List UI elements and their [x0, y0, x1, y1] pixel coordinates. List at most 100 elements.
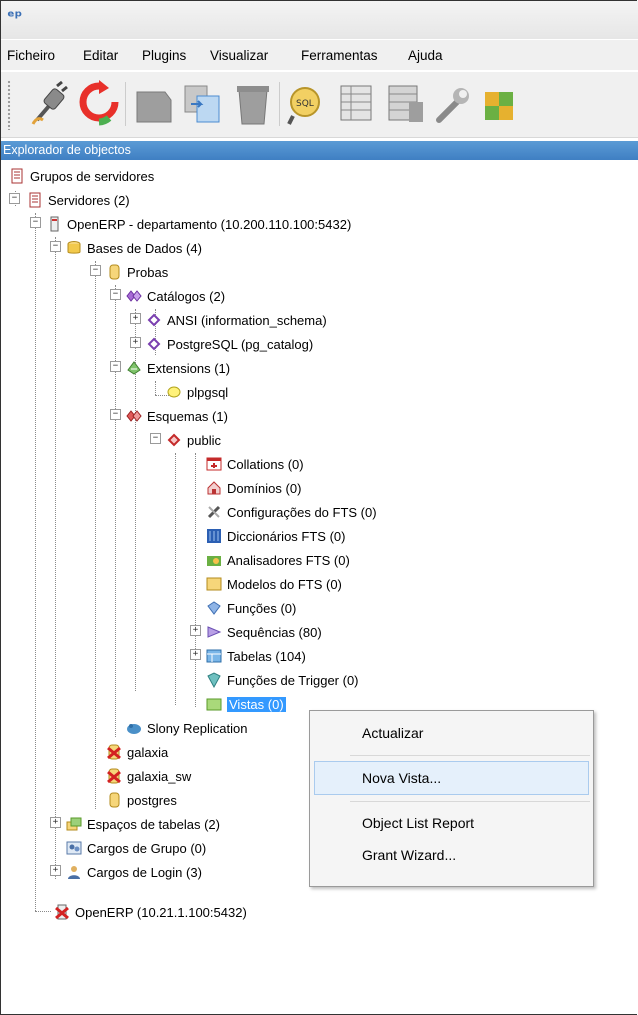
expand-toggle[interactable]: +: [130, 337, 141, 348]
tree-node-group-roles[interactable]: Cargos de Grupo (0): [66, 837, 206, 859]
tree-node-db-postgres[interactable]: postgres: [106, 789, 177, 811]
tree-node-servers[interactable]: Servidores (2): [27, 189, 130, 211]
tree-connector: [55, 237, 56, 879]
view-data-icon[interactable]: [335, 78, 379, 130]
menu-ajuda[interactable]: Ajuda: [408, 48, 443, 63]
tree-node-server-openerp-departamento[interactable]: OpenERP - departamento (10.200.110.100:5…: [46, 213, 351, 235]
menu-visualizar[interactable]: Visualizar: [210, 48, 268, 63]
tree-node-catalog-ansi[interactable]: ANSI (information_schema): [146, 309, 327, 331]
tree-node-schema-public[interactable]: public: [166, 429, 221, 451]
collapse-toggle[interactable]: −: [110, 409, 121, 420]
context-menu-separator: [350, 801, 590, 802]
delete-icon[interactable]: [231, 78, 275, 130]
slony-icon: [126, 720, 142, 736]
tree-node-label: public: [187, 432, 221, 448]
tree-node-label: Sequências (80): [227, 624, 322, 640]
login-roles-icon: [66, 864, 82, 880]
collapse-toggle[interactable]: −: [110, 289, 121, 300]
menu-plugins[interactable]: Plugins: [142, 48, 186, 63]
tree-node-extensions[interactable]: Extensions (1): [126, 357, 230, 379]
tree-node-label: Servidores (2): [48, 192, 130, 208]
expand-toggle[interactable]: +: [190, 625, 201, 636]
menu-ficheiro[interactable]: Ficheiro: [7, 48, 55, 63]
connect-plug-icon[interactable]: [27, 78, 71, 130]
tree-node-databases[interactable]: Bases de Dados (4): [66, 237, 202, 259]
tree-connector: [35, 911, 51, 912]
catalogs-icon: [126, 288, 142, 304]
tree-node-domains[interactable]: Domínios (0): [206, 477, 301, 499]
tree-node-db-galaxia[interactable]: galaxia: [106, 741, 168, 763]
databases-icon: [66, 240, 82, 256]
expand-toggle[interactable]: +: [190, 649, 201, 660]
toolbar: SQL: [1, 72, 638, 138]
tree-node-server-groups[interactable]: Grupos de servidores: [9, 165, 154, 187]
plugins-puzzle-icon[interactable]: [479, 78, 523, 130]
tree-node-label: Domínios (0): [227, 480, 302, 496]
schema-icon: [166, 432, 182, 448]
maintenance-wrench-icon[interactable]: [431, 78, 475, 130]
tree-node-server-openerp[interactable]: OpenERP (10.21.1.100:5432): [54, 901, 247, 923]
tree-node-db-galaxia-sw[interactable]: galaxia_sw: [106, 765, 191, 787]
tree-node-db-probas[interactable]: Probas: [106, 261, 168, 283]
tree-node-tablespaces[interactable]: Espaços de tabelas (2): [66, 813, 220, 835]
tree-node-label: Diccionários FTS (0): [227, 528, 346, 544]
collapse-toggle[interactable]: −: [9, 193, 20, 204]
tree-node-label-selected: Vistas (0): [227, 696, 286, 712]
tree-node-slony-replication[interactable]: Slony Replication: [126, 717, 247, 739]
server-disconnected-icon: [54, 904, 70, 920]
tree-node-schemas[interactable]: Esquemas (1): [126, 405, 228, 427]
tree-node-extension-plpgsql[interactable]: plpgsql: [166, 381, 228, 403]
functions-icon: [206, 600, 222, 616]
collapse-toggle[interactable]: −: [30, 217, 41, 228]
tree-connector: [35, 213, 36, 911]
tree-node-collations[interactable]: Collations (0): [206, 453, 304, 475]
expand-toggle[interactable]: +: [50, 865, 61, 876]
fts-template-icon: [206, 576, 222, 592]
context-menu-object-list-report[interactable]: Object List Report: [310, 807, 593, 839]
menu-ferramentas[interactable]: Ferramentas: [301, 48, 378, 63]
expand-toggle[interactable]: +: [50, 817, 61, 828]
tree-connector: [195, 453, 196, 707]
object-icon[interactable]: [131, 78, 175, 130]
collapse-toggle[interactable]: −: [150, 433, 161, 444]
tree-node-catalog-postgresql[interactable]: PostgreSQL (pg_catalog): [146, 333, 313, 355]
tree-node-fts-configurations[interactable]: Configurações do FTS (0): [206, 501, 377, 523]
menu-editar[interactable]: Editar: [83, 48, 118, 63]
collapse-toggle[interactable]: −: [110, 361, 121, 372]
tree-node-tables[interactable]: Tabelas (104): [206, 645, 306, 667]
tree-node-login-roles[interactable]: Cargos de Login (3): [66, 861, 202, 883]
domains-icon: [206, 480, 222, 496]
context-menu-new-view[interactable]: Nova Vista...: [314, 761, 589, 795]
tree-connector: [95, 261, 96, 809]
database-disconnected-icon: [106, 768, 122, 784]
collapse-toggle[interactable]: −: [90, 265, 101, 276]
title-bar: ᵉᵖ: [1, 1, 638, 39]
sql-query-icon[interactable]: SQL: [285, 78, 329, 130]
tree-node-fts-parsers[interactable]: Analisadores FTS (0): [206, 549, 350, 571]
filter-data-icon[interactable]: [385, 78, 429, 130]
tree-node-fts-templates[interactable]: Modelos do FTS (0): [206, 573, 342, 595]
tree-node-label: Bases de Dados (4): [87, 240, 202, 256]
context-menu-item-label: Object List Report: [362, 815, 475, 831]
tree-node-fts-dictionaries[interactable]: Diccionários FTS (0): [206, 525, 345, 547]
tree-node-label: Esquemas (1): [147, 408, 228, 424]
database-disconnected-icon: [106, 744, 122, 760]
expand-toggle[interactable]: +: [130, 313, 141, 324]
refresh-icon[interactable]: [77, 78, 121, 130]
context-menu-refresh[interactable]: Actualizar: [310, 717, 593, 749]
tree-node-functions[interactable]: Funções (0): [206, 597, 296, 619]
toolbar-grip[interactable]: [7, 80, 11, 130]
copy-icon[interactable]: [181, 78, 225, 130]
tree-node-sequences[interactable]: Sequências (80): [206, 621, 322, 643]
catalog-icon: [146, 336, 162, 352]
tree-node-trigger-functions[interactable]: Funções de Trigger (0): [206, 669, 359, 691]
context-menu-grant-wizard[interactable]: Grant Wizard...: [310, 839, 593, 871]
tree-node-views[interactable]: Vistas (0): [206, 693, 286, 715]
object-browser-header: Explorador de objectos: [1, 141, 638, 160]
tree-node-label: Grupos de servidores: [30, 168, 155, 184]
collapse-toggle[interactable]: −: [50, 241, 61, 252]
database-icon: [106, 792, 122, 808]
context-menu-item-label: Nova Vista...: [362, 770, 442, 786]
collations-icon: [206, 456, 222, 472]
tree-node-catalogs[interactable]: Catálogos (2): [126, 285, 225, 307]
